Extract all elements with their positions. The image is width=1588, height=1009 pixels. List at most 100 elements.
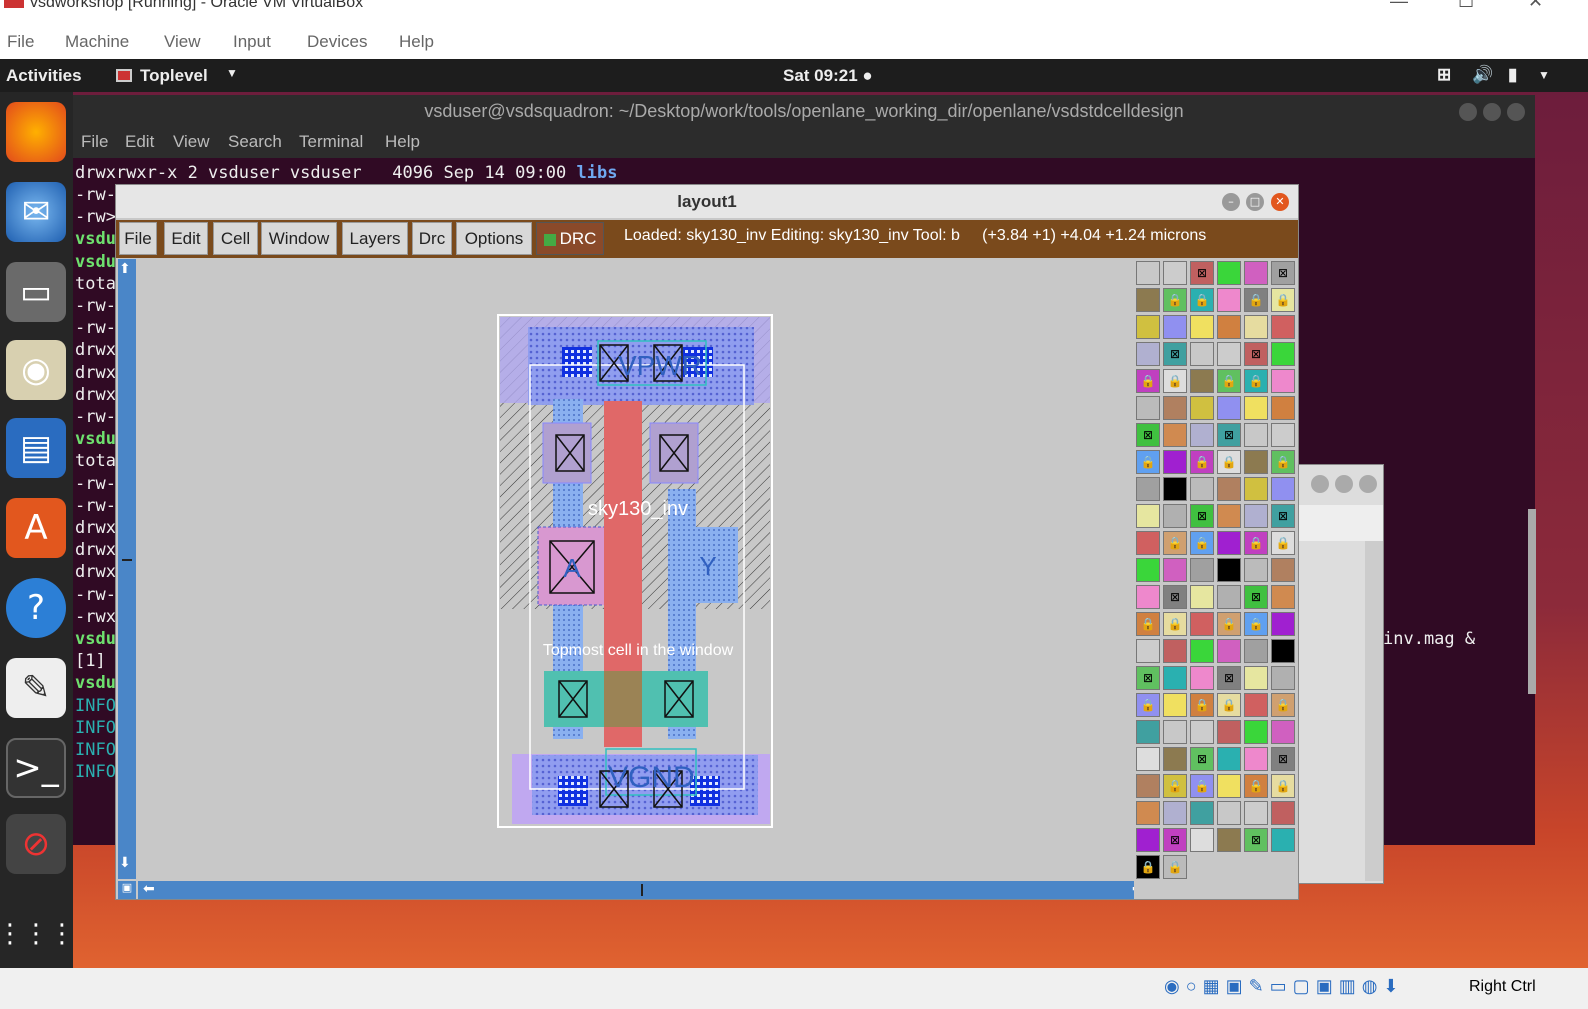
layer-swatch[interactable]	[1190, 558, 1214, 582]
layer-swatch[interactable]	[1271, 585, 1295, 609]
battery-icon[interactable]: ▮	[1508, 65, 1517, 85]
terminal-menu-search[interactable]: Search	[228, 132, 282, 152]
terminal-menu-view[interactable]: View	[173, 132, 210, 152]
layer-swatch[interactable]	[1136, 747, 1160, 771]
layer-swatch[interactable]	[1163, 720, 1187, 744]
layer-swatch[interactable]	[1244, 639, 1268, 663]
layer-swatch[interactable]: 🔒	[1136, 450, 1160, 474]
layer-swatch[interactable]	[1217, 558, 1241, 582]
close-icon[interactable]: ✕	[1528, 0, 1543, 10]
layer-swatch[interactable]	[1244, 666, 1268, 690]
layer-swatch[interactable]: 🔒	[1163, 774, 1187, 798]
magic-menu-drc[interactable]: Drc	[412, 222, 452, 255]
apps-grid-icon[interactable]: ⋮⋮⋮	[0, 904, 75, 964]
layer-swatch[interactable]: 🔒	[1217, 612, 1241, 636]
vbox-menu-file[interactable]: File	[7, 32, 34, 52]
hscroll-thumb[interactable]	[641, 884, 643, 896]
layer-swatch[interactable]	[1136, 774, 1160, 798]
layer-swatch[interactable]	[1163, 477, 1187, 501]
layer-swatch[interactable]: ⊠	[1217, 666, 1241, 690]
layer-swatch[interactable]	[1190, 396, 1214, 420]
layer-swatch[interactable]: 🔒	[1163, 612, 1187, 636]
layer-swatch[interactable]: ⊠	[1244, 585, 1268, 609]
software-icon[interactable]: A	[6, 498, 66, 558]
layer-swatch[interactable]	[1190, 342, 1214, 366]
vbox-device-icons[interactable]: ◉○▦▣✎▭▢▣▥◍⬇	[1164, 976, 1405, 997]
chevron-down-icon[interactable]: ▼	[226, 66, 238, 80]
layer-swatch[interactable]	[1217, 396, 1241, 420]
layer-swatch[interactable]: ⊠	[1163, 585, 1187, 609]
maximize-icon[interactable]: ☐	[1458, 0, 1474, 10]
layer-swatch[interactable]	[1136, 504, 1160, 528]
tkcon-minimize-icon[interactable]	[1311, 475, 1329, 493]
layer-swatch[interactable]	[1244, 477, 1268, 501]
tkcon-scrollbar[interactable]	[1365, 541, 1383, 881]
text-editor-icon[interactable]: ✎	[6, 658, 66, 718]
layout-canvas[interactable]: VPWR VGND sky130_inv A Y Topmost cell in…	[138, 259, 1148, 879]
layer-swatch[interactable]	[1244, 504, 1268, 528]
scroll-left-icon[interactable]: ⬅	[143, 881, 155, 897]
layer-swatch[interactable]	[1136, 720, 1160, 744]
layer-swatch[interactable]	[1217, 342, 1241, 366]
layer-swatch[interactable]	[1163, 261, 1187, 285]
layer-swatch[interactable]: 🔒	[1244, 369, 1268, 393]
layer-swatch[interactable]	[1136, 315, 1160, 339]
layer-swatch[interactable]	[1244, 423, 1268, 447]
layer-swatch[interactable]: 🔒	[1244, 612, 1268, 636]
layer-swatch[interactable]: 🔒	[1217, 693, 1241, 717]
layer-swatch[interactable]	[1217, 261, 1241, 285]
layer-swatch[interactable]	[1244, 396, 1268, 420]
magic-menu-options[interactable]: Options	[456, 222, 532, 255]
layer-swatch[interactable]: ⊠	[1190, 747, 1214, 771]
layer-swatch[interactable]	[1136, 342, 1160, 366]
layer-swatch[interactable]	[1217, 774, 1241, 798]
layer-swatch[interactable]	[1217, 531, 1241, 555]
layer-swatch[interactable]: 🔒	[1244, 288, 1268, 312]
layer-swatch[interactable]: 🔒	[1136, 612, 1160, 636]
layer-swatch[interactable]: ⊠	[1136, 666, 1160, 690]
layer-swatch[interactable]	[1217, 477, 1241, 501]
layer-swatch[interactable]	[1163, 639, 1187, 663]
magic-minimize-icon[interactable]: –	[1222, 193, 1240, 211]
system-menu-chevron-icon[interactable]: ▼	[1538, 68, 1550, 82]
vbox-menu-view[interactable]: View	[164, 32, 201, 52]
layer-swatch[interactable]	[1163, 450, 1187, 474]
layer-swatch[interactable]	[1163, 504, 1187, 528]
terminal-menu-edit[interactable]: Edit	[125, 132, 154, 152]
layer-swatch[interactable]	[1271, 342, 1295, 366]
layer-swatch[interactable]	[1136, 801, 1160, 825]
layer-swatch[interactable]	[1271, 369, 1295, 393]
layer-swatch[interactable]	[1163, 423, 1187, 447]
layer-swatch[interactable]: 🔒	[1190, 450, 1214, 474]
layer-swatch[interactable]	[1271, 423, 1295, 447]
scroll-up-icon[interactable]: ⬆	[119, 261, 131, 277]
layer-swatch[interactable]: 🔒	[1271, 693, 1295, 717]
layer-swatch[interactable]: ⊠	[1271, 747, 1295, 771]
tkcon-maximize-icon[interactable]	[1335, 475, 1353, 493]
files-icon[interactable]: ▭	[6, 262, 66, 322]
layer-swatch[interactable]	[1190, 369, 1214, 393]
layer-swatch[interactable]	[1271, 477, 1295, 501]
layer-swatch[interactable]: 🔒	[1190, 288, 1214, 312]
layer-swatch[interactable]	[1271, 720, 1295, 744]
layer-swatch[interactable]: ⊠	[1136, 423, 1160, 447]
layer-swatch[interactable]	[1136, 585, 1160, 609]
magic-maximize-icon[interactable]: □	[1246, 193, 1264, 211]
layer-swatch[interactable]: ⊠	[1190, 504, 1214, 528]
layer-swatch[interactable]	[1271, 801, 1295, 825]
layer-swatch[interactable]	[1190, 639, 1214, 663]
layer-swatch[interactable]	[1190, 666, 1214, 690]
layer-swatch[interactable]	[1190, 612, 1214, 636]
layer-swatch[interactable]	[1190, 720, 1214, 744]
layer-swatch[interactable]	[1271, 315, 1295, 339]
layer-swatch[interactable]	[1244, 261, 1268, 285]
layer-swatch[interactable]: 🔒	[1271, 288, 1295, 312]
layer-swatch[interactable]: 🔒	[1163, 531, 1187, 555]
layer-swatch[interactable]	[1190, 477, 1214, 501]
writer-icon[interactable]: ▤	[6, 418, 66, 478]
layer-swatch[interactable]: 🔒	[1163, 855, 1187, 879]
layer-swatch[interactable]: ⊠	[1244, 828, 1268, 852]
scroll-down-icon[interactable]: ⬇	[119, 855, 131, 871]
layer-swatch[interactable]	[1136, 558, 1160, 582]
layer-swatch[interactable]	[1217, 828, 1241, 852]
